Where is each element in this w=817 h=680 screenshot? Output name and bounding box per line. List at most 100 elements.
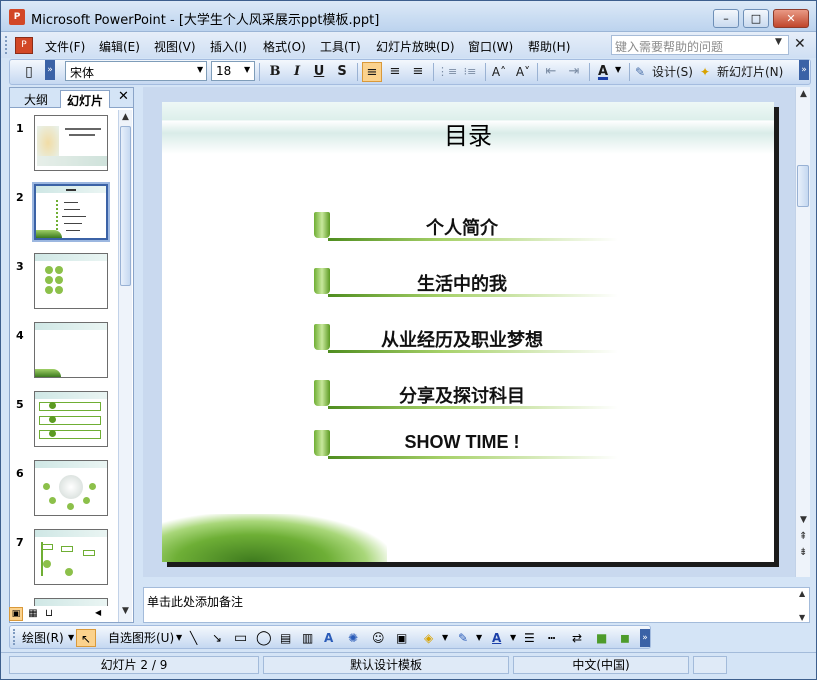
align-left-button[interactable]: ≡ (362, 62, 382, 82)
menu-help[interactable]: 帮助(H) (528, 38, 570, 55)
toc-item[interactable]: 个人简介 (312, 208, 632, 242)
scroll-down-icon[interactable]: ▼ (800, 515, 807, 525)
size-dropdown-icon[interactable]: ▼ (244, 65, 250, 74)
line-color-icon[interactable]: ✎ (458, 629, 468, 647)
increase-indent-button[interactable]: ⇥ (564, 62, 584, 82)
slide-scrollbar[interactable]: ▲ ▼ ⇞ ⇟ (795, 87, 810, 577)
tab-slides[interactable]: 幻灯片 (60, 90, 111, 108)
slide-sorter-icon[interactable]: ▦ (26, 607, 40, 621)
line-tool-icon[interactable]: ╲ (190, 629, 197, 647)
current-slide[interactable]: 目录 个人简介 生活中的我 从业经历及职业梦想 分享及探讨科目 SHOW TIM… (162, 102, 774, 562)
scroll-up-icon[interactable]: ▲ (800, 89, 807, 99)
normal-view-icon[interactable]: ▣ (9, 607, 23, 621)
arrow-style-icon[interactable]: ⇄ (572, 629, 582, 647)
close-button[interactable]: ✕ (773, 9, 809, 28)
thumbnails-scrollbar[interactable]: ▲ ▼ (118, 110, 132, 622)
slide-thumbnail-1[interactable] (34, 115, 108, 171)
toolbar-options-icon[interactable]: » (45, 60, 55, 80)
toolbar-overflow-icon[interactable]: » (799, 60, 809, 80)
tab-outline[interactable]: 大纲 (18, 90, 54, 108)
fill-dropdown-icon[interactable]: ▼ (442, 629, 448, 647)
vertical-textbox-icon[interactable]: ▥ (302, 629, 313, 647)
previous-slide-icon[interactable]: ⇞ (799, 531, 807, 542)
toc-item[interactable]: 分享及探讨科目 (312, 376, 632, 410)
slide-thumbnail-8[interactable] (34, 598, 108, 606)
numbering-button[interactable]: ⋮≡ (437, 62, 457, 82)
align-right-button[interactable]: ≡ (408, 62, 428, 82)
wordart-icon[interactable]: A (324, 629, 333, 647)
drawbar-grip[interactable] (13, 629, 17, 645)
diagram-icon[interactable]: ✺ (348, 629, 358, 647)
help-dropdown-icon[interactable]: ▼ (775, 37, 782, 47)
toc-item[interactable]: SHOW TIME ! (312, 426, 632, 460)
grow-font-button[interactable]: A˄ (489, 62, 509, 82)
decrease-indent-button[interactable]: ⇤ (541, 62, 561, 82)
font-color-button[interactable]: A (593, 62, 613, 82)
line-color-dropdown-icon[interactable]: ▼ (476, 629, 482, 647)
notes-pane[interactable]: 单击此处添加备注 ▲ ▼ (143, 587, 810, 623)
scroll-up-icon[interactable]: ▲ (122, 112, 129, 122)
draw-menu-button[interactable]: 绘图(R) (22, 629, 64, 647)
menu-grip[interactable] (5, 36, 9, 54)
autoshapes-dropdown-icon[interactable]: ▼ (176, 629, 182, 647)
arrow-tool-icon[interactable]: ↘ (212, 629, 222, 647)
powerpoint-app-icon[interactable]: P (9, 9, 25, 25)
autoshapes-button[interactable]: 自选图形(U) (108, 629, 174, 647)
design-button[interactable]: ✎ 设计(S) (634, 62, 693, 82)
textbox-tool-icon[interactable]: ▤ (280, 629, 291, 647)
rectangle-tool-icon[interactable]: ▭ (234, 629, 247, 647)
shrink-font-button[interactable]: A˅ (513, 62, 533, 82)
3d-style-icon[interactable]: ◼ (620, 629, 630, 647)
minimize-button[interactable]: – (713, 9, 739, 28)
underline-button[interactable]: U (309, 62, 329, 82)
design-template-name[interactable]: 默认设计模板 (263, 656, 509, 674)
slide-thumbnail-7[interactable] (34, 529, 108, 585)
menu-slideshow[interactable]: 幻灯片放映(D) (376, 38, 455, 55)
font-name-select[interactable]: 宋体 (65, 61, 207, 81)
shadow-button[interactable]: S (332, 62, 352, 82)
slide-title[interactable]: 目录 (162, 116, 774, 151)
italic-button[interactable]: I (287, 62, 307, 82)
font-color-draw-icon[interactable]: A (492, 629, 501, 647)
slide-thumbnail-6[interactable] (34, 460, 108, 516)
scrollbar-thumb[interactable] (797, 165, 809, 207)
new-document-icon[interactable]: ▯ (19, 62, 39, 82)
line-style-icon[interactable]: ☰ (524, 629, 535, 647)
scroll-down-icon[interactable]: ▼ (122, 606, 129, 616)
slide-thumbnail-3[interactable] (34, 253, 108, 309)
pane-scroll-left-icon[interactable]: ◀ (95, 608, 101, 617)
pane-close-icon[interactable]: ✕ (118, 89, 129, 104)
oval-tool-icon[interactable]: ◯ (256, 629, 272, 647)
menu-edit[interactable]: 编辑(E) (99, 38, 140, 55)
fill-color-icon[interactable]: ◈ (424, 629, 433, 647)
menu-file[interactable]: 文件(F) (45, 38, 85, 55)
scrollbar-thumb[interactable] (120, 126, 131, 286)
font-dropdown-icon[interactable]: ▼ (197, 65, 203, 74)
menu-view[interactable]: 视图(V) (154, 38, 196, 55)
bold-button[interactable]: B (265, 62, 285, 82)
shadow-style-icon[interactable]: ■ (596, 629, 607, 647)
bullets-button[interactable]: ⁝≡ (460, 62, 480, 82)
new-slide-button[interactable]: ✦ 新幻灯片(N) (699, 62, 783, 82)
drawbar-options-icon[interactable]: » (640, 629, 650, 647)
select-pointer-icon[interactable]: ↖ (76, 629, 96, 647)
menu-format[interactable]: 格式(O) (263, 38, 306, 55)
clipart-icon[interactable]: ☺ (372, 629, 385, 647)
toc-item[interactable]: 生活中的我 (312, 264, 632, 298)
slide-thumbnail-4[interactable] (34, 322, 108, 378)
slide-thumbnail-5[interactable] (34, 391, 108, 447)
menu-window[interactable]: 窗口(W) (468, 38, 513, 55)
notes-scroll-up-icon[interactable]: ▲ (799, 589, 805, 598)
maximize-button[interactable]: □ (743, 9, 769, 28)
next-slide-icon[interactable]: ⇟ (799, 547, 807, 558)
slide-thumbnail-2[interactable] (32, 182, 110, 242)
toc-item[interactable]: 从业经历及职业梦想 (312, 320, 632, 354)
draw-dropdown-icon[interactable]: ▼ (68, 629, 74, 647)
menu-tools[interactable]: 工具(T) (320, 38, 361, 55)
slideshow-view-icon[interactable]: ⊔ (42, 607, 56, 621)
align-center-button[interactable]: ≡ (385, 62, 405, 82)
notes-scroll-down-icon[interactable]: ▼ (799, 613, 805, 622)
document-close-button[interactable]: ✕ (794, 36, 806, 52)
font-color-draw-dropdown-icon[interactable]: ▼ (510, 629, 516, 647)
picture-icon[interactable]: ▣ (396, 629, 407, 647)
